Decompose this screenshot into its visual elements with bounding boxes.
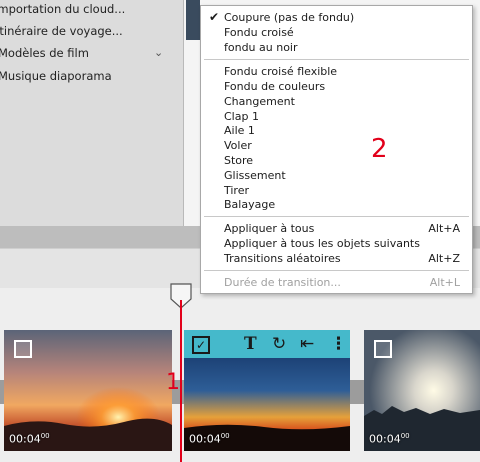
sidebar-item-label: Itinéraire de voyage... (0, 24, 123, 38)
menu-item-crossfade[interactable]: Fondu croisé (224, 26, 294, 39)
shortcut-random-transitions: Alt+Z (428, 252, 460, 265)
checkbox-checked-icon[interactable]: ✓ (192, 336, 210, 354)
menu-item-apply-all[interactable]: Appliquer à tous (224, 222, 314, 235)
clip-select-checkbox[interactable] (14, 340, 32, 358)
timeline-clip[interactable]: 00:0400 (4, 330, 172, 451)
sidebar: Importation du cloud... Itinéraire de vo… (0, 0, 183, 226)
sidebar-item-label: Modèles de film (0, 46, 89, 60)
clip-duration: 00:0400 (189, 432, 230, 446)
menu-item-sweep[interactable]: Balayage (224, 198, 275, 211)
menu-item-slide[interactable]: Glissement (224, 169, 286, 182)
timeline-clip-selected[interactable]: ✓ T ↻ ⇤ ⋮ 00:0400 (184, 330, 350, 451)
timeline-clip[interactable]: 00:0400 (364, 330, 480, 451)
menu-item-apply-following[interactable]: Appliquer à tous les objets suivants (224, 237, 420, 250)
sidebar-item-slideshow-music[interactable]: Musique diaporama (0, 69, 112, 83)
menu-item-clap-1[interactable]: Clap 1 (224, 110, 259, 123)
clip-toolbar: ✓ T ↻ ⇤ ⋮ (184, 330, 350, 358)
clip-duration: 00:0400 (369, 432, 410, 446)
clip-duration: 00:0400 (9, 432, 50, 446)
annotation-marker-2: 2 (371, 134, 388, 164)
shortcut-transition-duration: Alt+L (429, 276, 460, 289)
menu-item-wing-1[interactable]: Aile 1 (224, 124, 255, 137)
sidebar-item-movie-templates[interactable]: Modèles de film (0, 46, 89, 60)
sidebar-item-travel-route[interactable]: Itinéraire de voyage... (0, 24, 123, 38)
trim-icon[interactable]: ⇤ (300, 334, 314, 354)
menu-item-blind[interactable]: Store (224, 154, 253, 167)
menu-separator (204, 216, 469, 217)
sidebar-item-label: Importation du cloud... (0, 2, 126, 16)
menu-item-fade-to-black[interactable]: fondu au noir (224, 41, 298, 54)
text-icon[interactable]: T (244, 334, 257, 354)
menu-item-transition-duration: Durée de transition... (224, 276, 341, 289)
clip-select-checkbox[interactable] (374, 340, 392, 358)
menu-item-pull[interactable]: Tirer (224, 184, 249, 197)
rotate-icon[interactable]: ↻ (272, 334, 286, 354)
checkmark-icon: ✔ (209, 10, 220, 24)
annotation-marker-1: 1 (166, 370, 180, 395)
sidebar-item-label: Musique diaporama (0, 69, 112, 83)
menu-item-random-transitions[interactable]: Transitions aléatoires (224, 252, 341, 265)
menu-item-cut[interactable]: Coupure (pas de fondu) (224, 11, 354, 24)
more-vertical-icon[interactable]: ⋮ (330, 334, 347, 354)
playhead[interactable] (180, 300, 182, 462)
menu-item-flexible-crossfade[interactable]: Fondu croisé flexible (224, 65, 337, 78)
media-thumbnail[interactable] (186, 0, 200, 40)
menu-separator (204, 270, 469, 271)
menu-separator (204, 59, 469, 60)
menu-item-color-fade[interactable]: Fondu de couleurs (224, 80, 325, 93)
menu-item-fly[interactable]: Voler (224, 139, 252, 152)
transition-context-menu: ✔ Coupure (pas de fondu) Fondu croisé fo… (200, 5, 473, 294)
shortcut-apply-all: Alt+A (428, 222, 460, 235)
chevron-down-icon[interactable]: ⌄ (154, 46, 163, 59)
sidebar-item-cloud-import[interactable]: Importation du cloud... (0, 2, 125, 16)
menu-item-change[interactable]: Changement (224, 95, 295, 108)
